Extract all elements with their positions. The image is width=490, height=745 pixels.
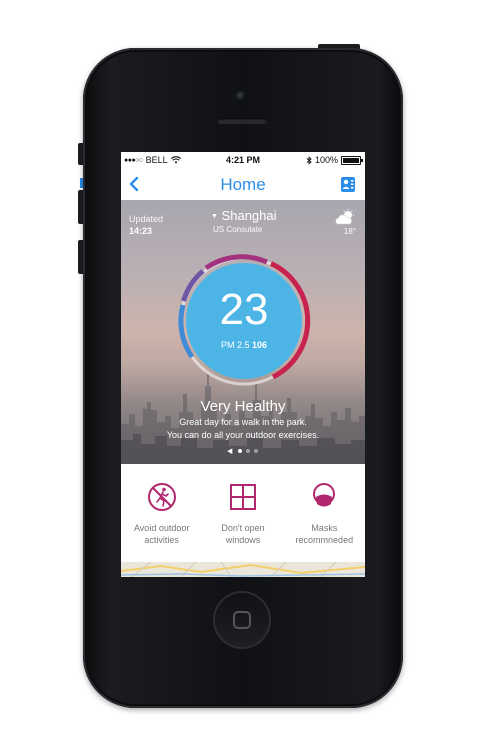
pollutant-name: PM 2.5 — [220, 340, 250, 350]
page-title: Home — [220, 175, 266, 194]
earpiece-speaker — [217, 118, 267, 124]
home-square-icon — [233, 611, 251, 629]
temperature: 18° — [343, 227, 356, 236]
advice-dont-open-windows[interactable]: Don't open windows — [202, 464, 283, 562]
home-button[interactable] — [213, 591, 271, 649]
bluetooth-icon — [306, 155, 312, 165]
front-camera — [236, 91, 246, 101]
battery-percent: 100% — [314, 155, 338, 165]
no-running-icon — [147, 483, 176, 511]
profile-card-icon[interactable] — [340, 176, 356, 193]
aqi-value: 23 — [219, 285, 269, 334]
aqi-circle[interactable]: 23 PM 2.5 106 — [186, 263, 302, 379]
page-indicator[interactable] — [121, 446, 365, 455]
air-quality-hero: Updated 14:23 ▼ Shanghai US Consulate 18… — [121, 200, 365, 464]
status-bar: ●●●○○ BELL 4:21 PM 100% — [121, 152, 365, 168]
health-status-line-2: You can do all your outdoor exercises. — [166, 430, 320, 440]
mask-icon — [313, 483, 336, 507]
health-status-line-1: Great day for a walk in the park. — [179, 417, 307, 427]
map-preview[interactable] — [121, 562, 365, 577]
partly-cloudy-icon — [335, 209, 354, 225]
city-name: Shanghai — [221, 208, 277, 223]
advice-label: Don't open windows — [221, 523, 265, 545]
updated-time: 14:23 — [129, 226, 153, 236]
location-arrow-icon: ▼ — [211, 213, 218, 220]
advice-label: Avoid outdoor activities — [133, 523, 190, 545]
page-dot — [238, 448, 242, 453]
aqi-pollutant-line: PM 2.5 106 — [186, 340, 302, 350]
location-city[interactable]: ▼ Shanghai — [211, 208, 277, 223]
battery-icon — [341, 155, 363, 165]
pollutant-concentration: 106 — [252, 340, 268, 350]
page-dot — [246, 448, 250, 453]
window-icon — [229, 484, 256, 510]
page-dot — [254, 448, 258, 453]
advice-label: Masks recommneded — [295, 523, 354, 545]
navigation-bar: Home — [121, 168, 365, 201]
advice-row: Avoid outdoor activities Don't open window… — [121, 464, 365, 562]
station-name: US Consulate — [213, 225, 263, 234]
updated-label: Updated — [129, 214, 164, 224]
health-status-title: Very Healthy — [200, 398, 286, 415]
advice-masks[interactable]: Masks recommneded — [284, 464, 365, 562]
advice-avoid-outdoor[interactable]: Avoid outdoor activities — [121, 464, 202, 562]
app-screen: ●●●○○ BELL 4:21 PM 100% Home Updated 14:… — [121, 152, 365, 577]
